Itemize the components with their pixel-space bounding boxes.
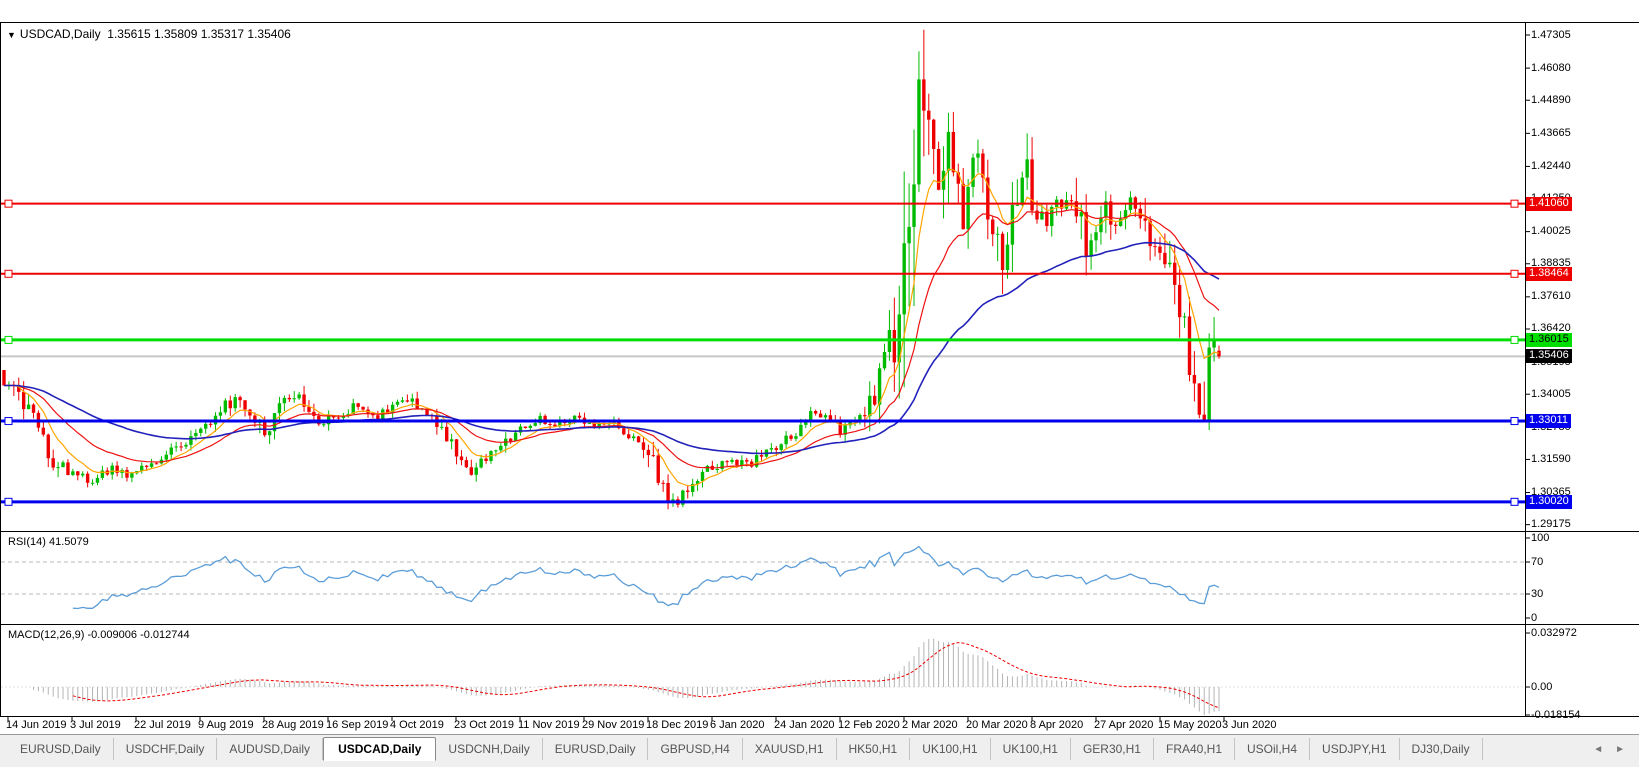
date-axis-label: 29 Nov 2019 bbox=[582, 719, 644, 731]
date-axis-label: 24 Jan 2020 bbox=[774, 719, 835, 731]
hline-handle[interactable] bbox=[5, 418, 12, 425]
tab-usdcad-daily[interactable]: USDCAD,Daily bbox=[323, 737, 436, 761]
rsi-axis-tick: 0 bbox=[1531, 612, 1537, 625]
tab-scroll-right-icon[interactable]: ► bbox=[1615, 744, 1625, 755]
rsi-axis-tick: 100 bbox=[1531, 532, 1549, 545]
date-axis-label: 8 Apr 2020 bbox=[1030, 719, 1083, 731]
hline-price-label: 1.41060 bbox=[1526, 197, 1572, 211]
chart-canvas[interactable] bbox=[0, 0, 1639, 735]
collapse-triangle-icon[interactable]: ▼ bbox=[7, 30, 16, 40]
chart-title: ▼ USDCAD,Daily 1.35615 1.35809 1.35317 1.… bbox=[7, 27, 291, 41]
tab-ger30-h1[interactable]: GER30,H1 bbox=[1071, 738, 1154, 760]
price-axis-tick: 1.34005 bbox=[1531, 388, 1571, 401]
date-axis-label: 14 Jun 2019 bbox=[6, 719, 67, 731]
current-price-label: 1.35406 bbox=[1526, 349, 1572, 363]
hline-handle[interactable] bbox=[1511, 200, 1518, 207]
date-axis-label: 27 Apr 2020 bbox=[1094, 719, 1153, 731]
hline-handle[interactable] bbox=[1511, 270, 1518, 277]
date-axis-label: 22 Jul 2019 bbox=[134, 719, 191, 731]
tab-eurusd-daily[interactable]: EURUSD,Daily bbox=[543, 738, 649, 760]
hline-handle[interactable] bbox=[1511, 418, 1518, 425]
tab-uk100-h1[interactable]: UK100,H1 bbox=[991, 738, 1071, 760]
bottom-strip bbox=[0, 763, 1639, 767]
macd-axis-tick: -0.018154 bbox=[1531, 709, 1581, 722]
tab-usdcnh-daily[interactable]: USDCNH,Daily bbox=[436, 738, 542, 760]
rsi-axis-tick: 30 bbox=[1531, 588, 1543, 601]
price-axis-tick: 1.42440 bbox=[1531, 160, 1571, 173]
date-axis-label: 6 Jan 2020 bbox=[710, 719, 764, 731]
date-axis-label: 4 Oct 2019 bbox=[390, 719, 444, 731]
tab-fra40-h1[interactable]: FRA40,H1 bbox=[1154, 738, 1235, 760]
date-axis-label: 28 Aug 2019 bbox=[262, 719, 324, 731]
macd-indicator-label: MACD(12,26,9) -0.009006 -0.012744 bbox=[8, 629, 190, 641]
date-axis-label: 11 Nov 2019 bbox=[518, 719, 580, 731]
hline-price-label: 1.30020 bbox=[1526, 495, 1572, 509]
hline-handle[interactable] bbox=[5, 270, 12, 277]
date-axis-label: 16 Sep 2019 bbox=[326, 719, 388, 731]
tab-usdjpy-h1[interactable]: USDJPY,H1 bbox=[1310, 738, 1399, 760]
date-axis-label: 2 Mar 2020 bbox=[902, 719, 958, 731]
price-axis-tick: 1.37610 bbox=[1531, 290, 1571, 303]
tab-dj30-daily[interactable]: DJ30,Daily bbox=[1400, 738, 1483, 760]
price-axis-tick: 1.31590 bbox=[1531, 453, 1571, 466]
price-axis-tick: 1.40025 bbox=[1531, 225, 1571, 238]
rsi-axis-tick: 70 bbox=[1531, 556, 1543, 569]
hline-handle[interactable] bbox=[5, 498, 12, 505]
price-axis-tick: 1.29175 bbox=[1531, 518, 1571, 531]
tab-uk100-h1[interactable]: UK100,H1 bbox=[910, 738, 990, 760]
date-axis-label: 20 Mar 2020 bbox=[966, 719, 1028, 731]
price-axis-tick: 1.46080 bbox=[1531, 62, 1571, 75]
chart-ohlc-values: 1.35615 1.35809 1.35317 1.35406 bbox=[107, 27, 291, 41]
tab-audusd-daily[interactable]: AUDUSD,Daily bbox=[217, 738, 323, 760]
date-axis-label: 3 Jun 2020 bbox=[1222, 719, 1276, 731]
date-axis-label: 18 Dec 2019 bbox=[646, 719, 708, 731]
date-axis-label: 3 Jul 2019 bbox=[70, 719, 121, 731]
price-axis-tick: 1.43665 bbox=[1531, 127, 1571, 140]
chart-symbol-period: USDCAD,Daily bbox=[20, 27, 101, 41]
hline-price-label: 1.38464 bbox=[1526, 267, 1572, 281]
date-axis-label: 15 May 2020 bbox=[1158, 719, 1222, 731]
hline-price-label: 1.33011 bbox=[1526, 414, 1571, 428]
tab-scroll-left-icon[interactable]: ◄ bbox=[1593, 744, 1603, 755]
tab-usoil-h4[interactable]: USOil,H4 bbox=[1235, 738, 1310, 760]
hline-handle[interactable] bbox=[1511, 498, 1518, 505]
hline-handle[interactable] bbox=[1511, 336, 1518, 343]
date-axis-label: 12 Feb 2020 bbox=[838, 719, 900, 731]
macd-axis-tick: 0.00 bbox=[1531, 681, 1552, 694]
date-axis-label: 9 Aug 2019 bbox=[198, 719, 254, 731]
rsi-indicator-label: RSI(14) 41.5079 bbox=[8, 536, 89, 548]
tab-xauusd-h1[interactable]: XAUUSD,H1 bbox=[743, 738, 837, 760]
tab-gbpusd-h4[interactable]: GBPUSD,H4 bbox=[648, 738, 742, 760]
price-axis-tick: 1.44890 bbox=[1531, 94, 1571, 107]
hline-handle[interactable] bbox=[5, 336, 12, 343]
tab-hk50-h1[interactable]: HK50,H1 bbox=[837, 738, 911, 760]
chart-tab-bar: EURUSD,DailyUSDCHF,DailyAUDUSD,DailyUSDC… bbox=[0, 735, 1639, 763]
tab-eurusd-daily[interactable]: EURUSD,Daily bbox=[8, 738, 114, 760]
price-axis-tick: 1.47305 bbox=[1531, 29, 1571, 42]
tab-usdchf-daily[interactable]: USDCHF,Daily bbox=[114, 738, 218, 760]
hline-price-label: 1.36015 bbox=[1526, 333, 1572, 347]
hline-handle[interactable] bbox=[5, 200, 12, 207]
date-axis-label: 23 Oct 2019 bbox=[454, 719, 514, 731]
macd-axis-tick: 0.032972 bbox=[1531, 627, 1577, 640]
